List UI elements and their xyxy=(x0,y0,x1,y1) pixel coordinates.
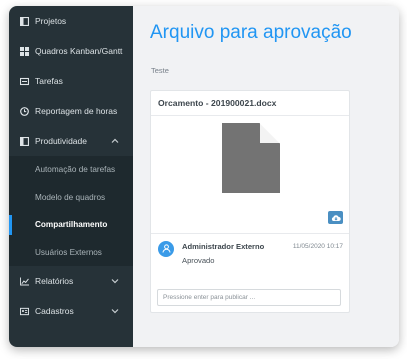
chevron-down-icon xyxy=(111,277,119,286)
page-subtitle: Teste xyxy=(151,66,169,75)
grid-icon xyxy=(20,46,29,56)
id-card-icon xyxy=(20,307,29,316)
comment-date: 11/05/2020 10:17 xyxy=(292,243,343,250)
sidebar-item-label: Cadastros xyxy=(35,306,74,316)
submenu-item-label: Automação de tarefas xyxy=(35,165,116,175)
submenu-item-compartilhamento[interactable]: Compartilhamento xyxy=(9,211,133,239)
submenu-item-label: Usuários Externos xyxy=(35,247,102,257)
file-icon xyxy=(222,122,281,198)
submenu-item-label: Modelo de quadros xyxy=(35,192,106,202)
sidebar-item-label: Projetos xyxy=(35,16,67,26)
productivity-submenu: Automação de tarefas Modelo de quadros C… xyxy=(9,156,133,266)
sidebar-item-relatorios[interactable]: Relatórios xyxy=(9,266,133,296)
sidebar-item-label: Produtividade xyxy=(35,136,87,146)
comment-status: Aprovado xyxy=(182,256,215,265)
app-window: Projetos Quadros Kanban/Gantt Tarefas Re… xyxy=(9,6,399,347)
main-content: Arquivo para aprovação Teste Orcamento -… xyxy=(133,6,399,347)
comment-entry: Administrador Externo 11/05/2020 10:17 A… xyxy=(151,234,349,274)
chart-icon xyxy=(20,276,29,286)
comment-input[interactable] xyxy=(157,289,341,306)
cloud-download-icon xyxy=(331,209,341,227)
book-icon xyxy=(20,136,29,146)
user-icon xyxy=(162,240,171,258)
sidebar-item-quadros[interactable]: Quadros Kanban/Gantt xyxy=(9,36,133,66)
submenu-item-modelo-quadros[interactable]: Modelo de quadros xyxy=(9,184,133,212)
submenu-item-automacao[interactable]: Automação de tarefas xyxy=(9,156,133,184)
avatar xyxy=(158,241,174,257)
book-icon xyxy=(20,16,29,26)
sidebar-item-label: Relatórios xyxy=(35,276,74,286)
clock-icon xyxy=(20,106,29,116)
chevron-up-icon xyxy=(111,137,119,146)
chevron-down-icon xyxy=(111,307,119,316)
sidebar-item-label: Quadros Kanban/Gantt xyxy=(35,46,123,56)
sidebar-item-reportagem[interactable]: Reportagem de horas xyxy=(9,96,133,126)
file-card: Orcamento - 201900021.docx Administrador… xyxy=(150,90,350,313)
submenu-item-usuarios-externos[interactable]: Usuários Externos xyxy=(9,239,133,267)
card-icon xyxy=(20,77,29,86)
sidebar-item-projetos[interactable]: Projetos xyxy=(9,6,133,36)
download-button[interactable] xyxy=(328,211,343,224)
file-name: Orcamento - 201900021.docx xyxy=(151,91,349,116)
sidebar-item-label: Reportagem de horas xyxy=(35,106,118,116)
sidebar: Projetos Quadros Kanban/Gantt Tarefas Re… xyxy=(9,6,133,347)
sidebar-item-cadastros[interactable]: Cadastros xyxy=(9,296,133,326)
comment-author: Administrador Externo xyxy=(182,242,265,251)
page-title: Arquivo para aprovação xyxy=(150,22,352,43)
sidebar-item-produtividade[interactable]: Produtividade xyxy=(9,126,133,156)
sidebar-item-label: Tarefas xyxy=(35,76,63,86)
submenu-item-label: Compartilhamento xyxy=(35,220,108,230)
sidebar-item-tarefas[interactable]: Tarefas xyxy=(9,66,133,96)
file-preview xyxy=(151,116,349,234)
